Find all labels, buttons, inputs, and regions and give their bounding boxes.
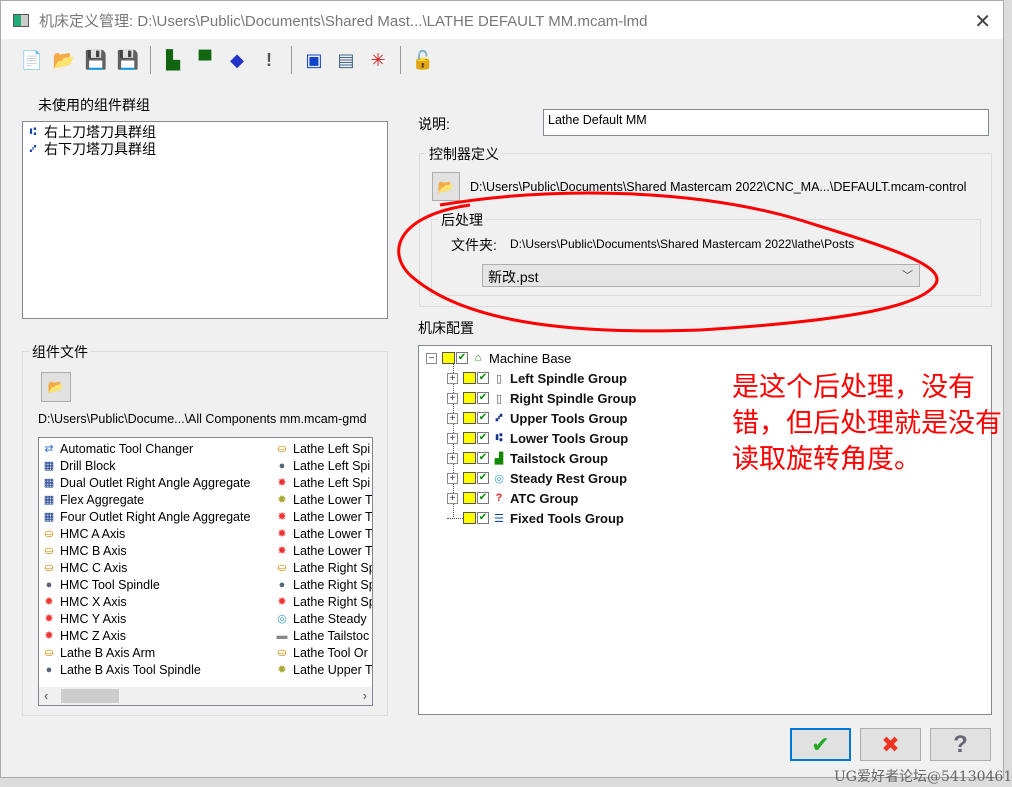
annotation-text: 是这个后处理，没有错，但后处理就是没有读取旋转角度。 — [732, 372, 1002, 475]
watermark: UG爱好者论坛@541304615 — [834, 769, 1012, 785]
